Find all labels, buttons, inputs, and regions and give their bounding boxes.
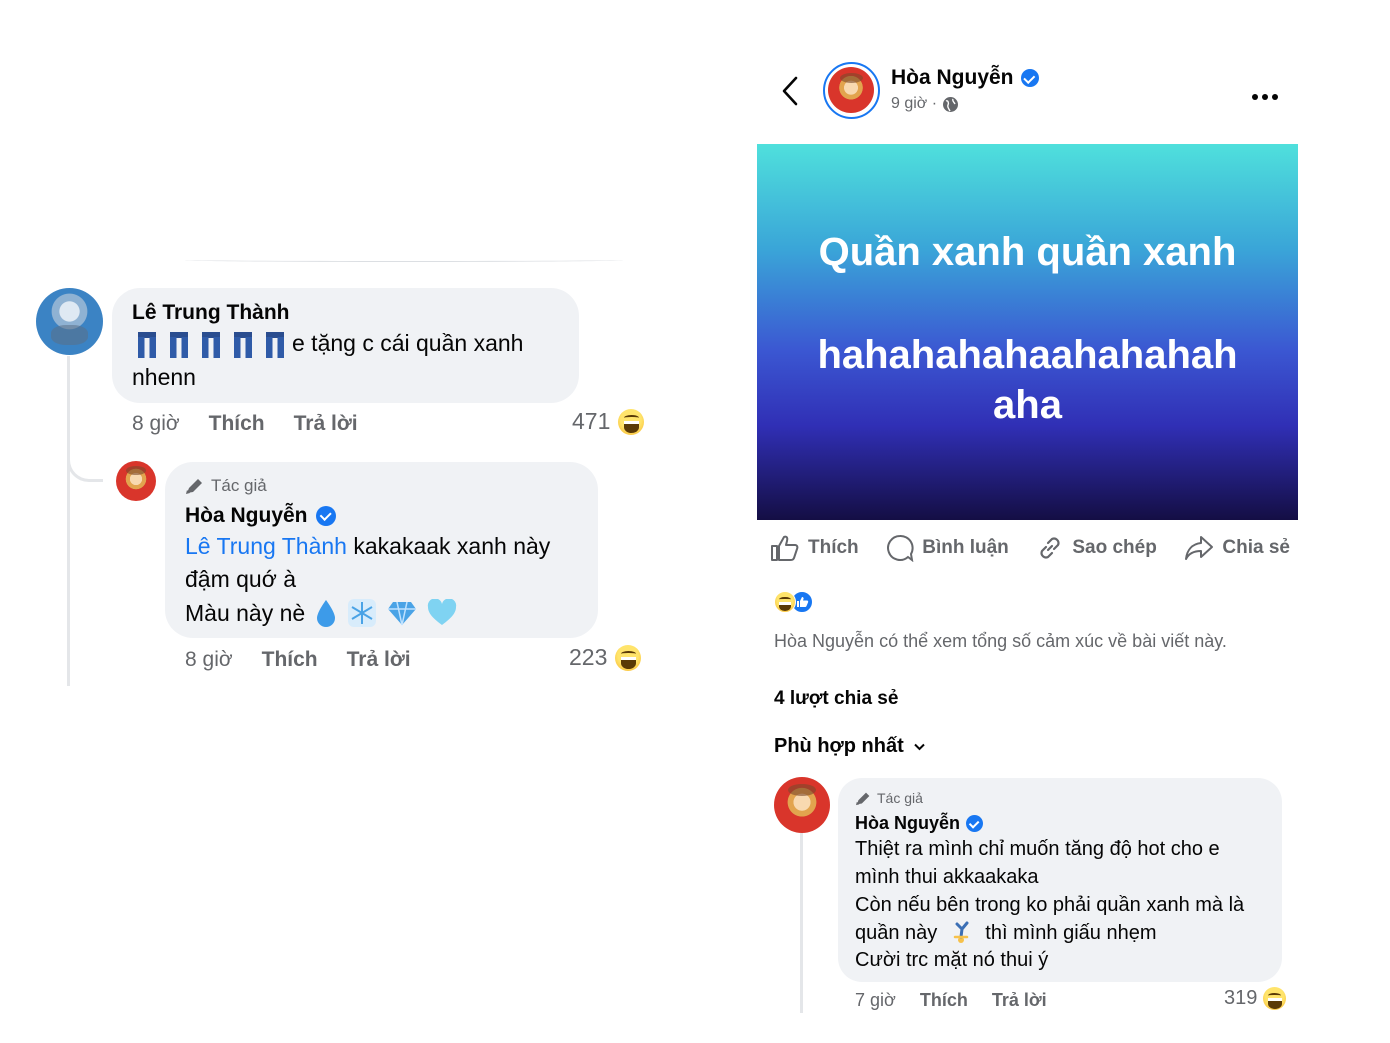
share-action[interactable]: Chia sẻ <box>1184 535 1290 561</box>
reaction-count: 319 <box>1224 987 1258 1009</box>
post-author[interactable]: Hòa Nguyễn <box>891 66 1014 90</box>
comment-text-line4: quần này thì mình giấu nhẹm <box>855 921 1157 944</box>
comment-text-line2: đậm quớ à <box>185 566 296 592</box>
comment-sort-dropdown[interactable]: Phù hợp nhất <box>774 735 925 758</box>
avatar[interactable] <box>774 777 830 833</box>
post-text-line2: hahahahahaahahahah aha <box>817 333 1238 427</box>
post-reactions[interactable] <box>774 591 813 613</box>
post-action-bar: Thích Bình luận Sao chép Chia sẻ <box>770 530 1290 566</box>
droplet-icon <box>317 600 336 627</box>
back-arrow-icon[interactable] <box>780 76 800 106</box>
post-meta: 9 giờ · <box>891 95 959 113</box>
verified-badge-icon <box>966 815 984 832</box>
comment-meta: 7 giờ Thích Trả lời <box>855 990 1047 1011</box>
thread-line <box>800 833 803 1013</box>
comment-author[interactable]: Hòa Nguyễn <box>855 813 960 834</box>
reaction-summary[interactable]: 471 <box>572 408 645 435</box>
comment-time: 7 giờ <box>855 990 896 1010</box>
collapsed-preview-divider <box>185 258 623 262</box>
chevron-down-icon <box>914 743 925 750</box>
comment-text-line2: nhenn <box>132 364 196 390</box>
comment-action[interactable]: Bình luận <box>886 534 1009 562</box>
globe-icon <box>943 96 959 112</box>
verified-badge-icon <box>315 506 336 526</box>
comment-bubble: Tác giả Hòa Nguyễn Lê Trung Thành kakaka… <box>165 462 598 638</box>
share-arrow-icon <box>1185 536 1214 560</box>
comment-text: Lê Trung Thành kakakaak xanh này <box>185 533 551 559</box>
verified-badge-icon <box>1020 69 1039 87</box>
copy-link-action[interactable]: Sao chép <box>1036 534 1157 562</box>
avatar <box>828 67 874 113</box>
pen-icon <box>856 792 870 805</box>
thread-line <box>67 356 70 686</box>
light-blue-heart-icon <box>428 599 457 625</box>
comment-meta: 8 giờ Thích Trả lời <box>132 412 358 436</box>
comment-author[interactable]: Hòa Nguyễn <box>185 504 308 528</box>
like-button[interactable]: Thích <box>920 990 968 1011</box>
link-icon <box>1040 537 1060 559</box>
snowflake-icon <box>348 599 377 627</box>
mention-link[interactable]: Lê Trung Thành <box>185 533 347 559</box>
comment-time: 8 giờ <box>132 412 180 435</box>
share-count[interactable]: 4 lượt chia sẻ <box>774 688 898 710</box>
post-author-row: Hòa Nguyễn <box>891 66 1039 90</box>
comment-author-row: Hòa Nguyễn <box>855 813 984 834</box>
reaction-summary[interactable]: 223 <box>569 644 642 671</box>
reply-button[interactable]: Trả lời <box>347 648 411 672</box>
comment-bubble-icon <box>887 534 914 562</box>
like-button[interactable]: Thích <box>209 412 265 436</box>
comment-text: e tặng c cái quần xanh <box>138 330 523 358</box>
author-badge: Tác giả <box>185 476 267 496</box>
comment-text-line3: Còn nếu bên trong ko phải quần xanh mà l… <box>855 894 1245 916</box>
thread-branch <box>67 440 103 482</box>
comment-meta: 8 giờ Thích Trả lời <box>185 648 411 672</box>
comment-text-line2: mình thui akkaakaka <box>855 866 1039 888</box>
comment-text-line1: Thiệt ra mình chỉ muốn tăng độ hot cho e <box>855 838 1220 860</box>
jeans-emoji-icon <box>138 330 292 358</box>
reaction-count: 471 <box>572 408 611 434</box>
reaction-count: 223 <box>569 644 608 670</box>
comment-author-row: Hòa Nguyễn <box>185 504 336 528</box>
comment-bubble: Tác giả Hòa Nguyễn Thiệt ra mình chỉ muố… <box>838 778 1282 982</box>
comment-author[interactable]: Lê Trung Thành <box>132 301 290 325</box>
avatar[interactable] <box>116 461 156 501</box>
avatar[interactable] <box>36 288 103 355</box>
comment-bubble: Lê Trung Thành e tặng c cái quần xanh nh… <box>112 288 579 403</box>
reaction-summary[interactable]: 319 <box>1224 987 1287 1010</box>
reaction-visibility-note: Hòa Nguyễn có thể xem tổng số cảm xúc về… <box>774 631 1227 651</box>
handstand-person-icon <box>954 921 969 943</box>
post-time: 9 giờ · <box>891 95 938 112</box>
pen-icon <box>186 479 202 494</box>
reply-button[interactable]: Trả lời <box>992 990 1047 1011</box>
like-action[interactable]: Thích <box>770 534 859 562</box>
post-text-line1: Quần xanh quần xanh <box>818 230 1237 274</box>
post-background-text: Quần xanh quần xanh hahahahahaahahahah a… <box>757 144 1298 520</box>
comment-text-line3: Màu này nè <box>185 598 457 628</box>
reply-button[interactable]: Trả lời <box>294 412 358 436</box>
author-badge: Tác giả <box>855 790 923 806</box>
more-options-icon[interactable] <box>1252 87 1282 105</box>
haha-reaction-icon <box>615 644 642 671</box>
profile-avatar-ring[interactable] <box>823 62 880 119</box>
thumbs-up-icon <box>771 535 799 561</box>
haha-reaction-icon <box>1263 987 1287 1010</box>
comment-time: 8 giờ <box>185 648 233 671</box>
like-button[interactable]: Thích <box>262 648 318 672</box>
gem-icon <box>388 601 417 626</box>
comment-text-line5: Cười trc mặt nó thui ý <box>855 949 1049 971</box>
haha-reaction-icon <box>618 408 645 435</box>
haha-reaction-icon <box>774 591 796 613</box>
